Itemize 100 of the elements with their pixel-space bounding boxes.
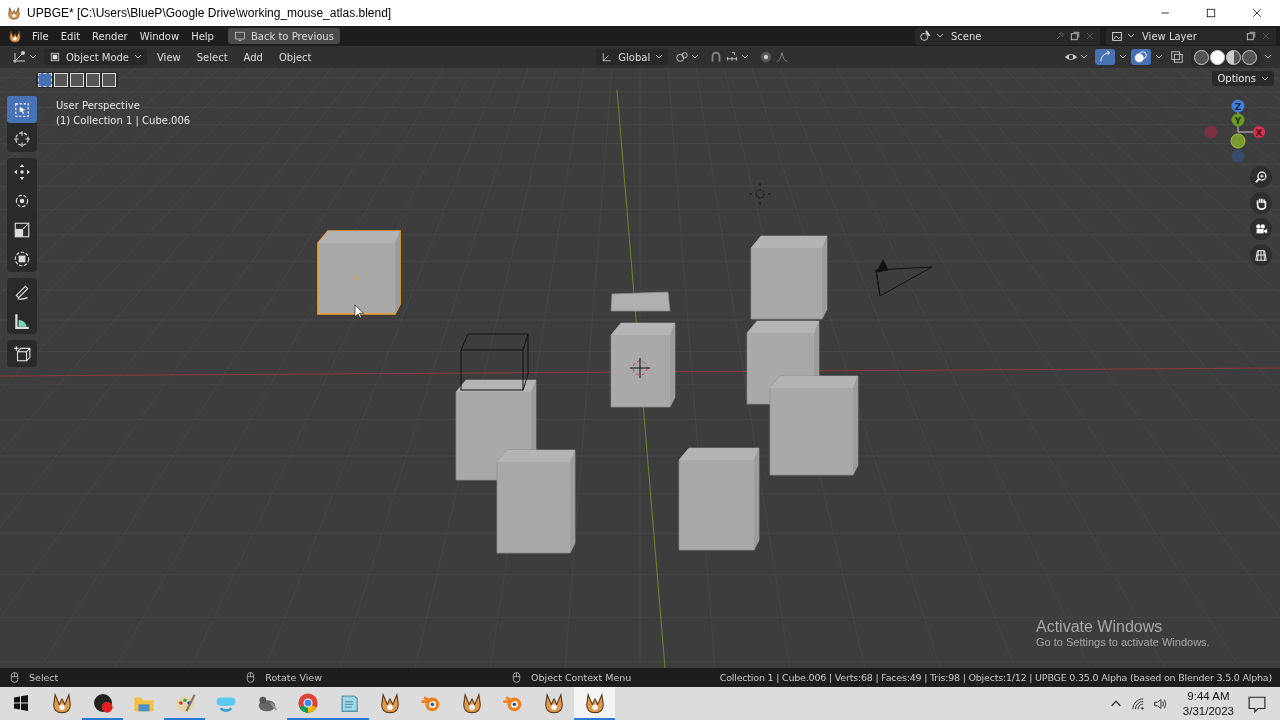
menu-item[interactable]: Add — [237, 49, 269, 65]
zoom-button[interactable] — [1250, 166, 1272, 188]
cube[interactable] — [769, 375, 859, 476]
app-icon — [7, 6, 21, 20]
zoom-icon — [1254, 170, 1268, 184]
menu-item[interactable]: Window — [133, 28, 186, 44]
shading-button[interactable] — [1226, 49, 1241, 65]
caret-icon — [655, 54, 664, 60]
xray-icon — [1170, 50, 1184, 64]
falloff-icon — [775, 50, 790, 64]
navigation-gizmo[interactable]: Z Y X — [1195, 96, 1265, 166]
caret-icon — [134, 54, 142, 60]
mouse-cursor — [354, 304, 364, 319]
cursor-tool-icon — [13, 129, 31, 148]
overlay-icon — [1134, 50, 1148, 64]
view-name: User Perspective — [56, 99, 141, 113]
caret-icon — [936, 33, 944, 39]
caret-icon — [1127, 33, 1135, 39]
select-mode-button[interactable] — [54, 73, 68, 87]
menu-item[interactable]: Help — [185, 28, 220, 44]
origin-marker — [629, 357, 651, 379]
add-cube-tool-icon — [13, 344, 31, 363]
gizmo-button[interactable] — [1095, 49, 1115, 65]
caret-icon — [1080, 54, 1088, 60]
maximize-icon[interactable] — [1205, 7, 1217, 19]
speaker-icon[interactable] — [1152, 696, 1167, 711]
copy-icon[interactable] — [1245, 30, 1257, 42]
activation-note: Go to Settings to activate Windows. — [1036, 636, 1210, 648]
status-hint: Object Context Menu — [531, 672, 632, 683]
taskbar-app[interactable] — [574, 687, 615, 720]
measure-tool-icon — [13, 311, 31, 330]
activation-title: Activate Windows — [1036, 618, 1164, 636]
menu-item[interactable]: Render — [86, 28, 134, 44]
copy-icon[interactable] — [1069, 30, 1081, 42]
overlay-button[interactable] — [1131, 49, 1151, 65]
select-mode-button[interactable] — [86, 73, 100, 87]
caret-icon — [741, 54, 750, 60]
clock[interactable]: 9:44 AM 3/31/2023 — [1182, 687, 1234, 720]
shading-button[interactable] — [1210, 49, 1225, 65]
status-hint: Rotate View — [265, 672, 322, 683]
status-stats: Collection 1 | Cube.006 | Verts:68 | Faces:49 | Tris:98 | Objects:1/12 | UPBGE 0.35.0 Alpha (based on Blender 3.5.0 Alpha) — [719, 672, 1272, 683]
ortho-button[interactable] — [1250, 244, 1272, 266]
camera-view-button[interactable] — [1250, 218, 1272, 240]
cube[interactable] — [750, 235, 828, 320]
caret-icon — [1119, 54, 1127, 60]
scene-selector[interactable]: Scene — [915, 27, 1100, 45]
select-mode-button[interactable] — [102, 73, 116, 87]
gizmo-icon — [1098, 50, 1112, 64]
options-button[interactable]: Options — [1212, 71, 1274, 86]
caret-icon — [691, 54, 700, 60]
wireframe-cube[interactable] — [460, 333, 529, 391]
windows-icon — [12, 694, 29, 711]
video-camera-icon — [1254, 222, 1268, 236]
circle-dot-icon — [759, 50, 774, 64]
screen-icon — [233, 30, 246, 42]
layer-icon — [1110, 29, 1124, 43]
app-logo-icon[interactable] — [8, 29, 22, 43]
cube[interactable] — [678, 447, 760, 551]
axes-icon — [11, 49, 27, 65]
transform-tool-icon — [13, 249, 31, 268]
menu-item[interactable]: View — [151, 49, 187, 65]
scene-icon — [919, 29, 933, 43]
mode-dropdown[interactable]: Object Mode — [44, 49, 147, 65]
menu-item[interactable]: Select — [190, 49, 234, 65]
mouse-icon — [510, 671, 523, 684]
select-tool-icon — [13, 100, 31, 119]
recorder-app-icon — [91, 691, 114, 714]
shading-button[interactable] — [1242, 49, 1257, 65]
orientation-dropdown[interactable]: Global — [596, 49, 669, 65]
shading-button[interactable] — [1194, 49, 1209, 65]
increment-icon — [725, 50, 740, 64]
status-hint: Select — [29, 672, 59, 683]
caret-icon — [1264, 54, 1272, 60]
pin-icon[interactable] — [1054, 30, 1066, 42]
cube[interactable] — [610, 322, 676, 408]
move-tool-icon — [13, 162, 31, 181]
pan-button[interactable] — [1250, 192, 1272, 214]
link-icon — [675, 50, 690, 64]
plane[interactable] — [610, 291, 671, 312]
cube[interactable] — [496, 449, 576, 554]
notification-icon[interactable] — [1248, 694, 1266, 713]
menu-item[interactable]: File — [26, 28, 55, 44]
caret-icon — [1261, 75, 1269, 82]
object-mode-icon — [49, 51, 61, 63]
window-title: UPBGE* [C:\Users\BlueP\Google Drive\working_mouse_atlas.blend] — [27, 6, 392, 20]
orientation-icon — [601, 51, 614, 63]
menu-item[interactable]: Edit — [54, 28, 87, 44]
browser-app-icon — [296, 691, 319, 714]
view-layer-selector[interactable]: View Layer — [1106, 27, 1276, 45]
mouse-icon — [8, 671, 21, 684]
object-context: (1) Collection 1 | Cube.006 — [56, 114, 191, 128]
wifi-icon[interactable] — [1130, 696, 1145, 711]
select-mode-button[interactable] — [70, 73, 84, 87]
caret-icon — [29, 54, 37, 60]
menu-item[interactable]: Object — [272, 49, 318, 65]
hand-icon — [1254, 196, 1268, 210]
back-to-previous-button[interactable]: Back to Previous — [227, 28, 340, 44]
select-mode-button[interactable] — [38, 73, 52, 87]
grid-icon — [1254, 248, 1268, 262]
close-icon[interactable] — [1251, 7, 1263, 19]
